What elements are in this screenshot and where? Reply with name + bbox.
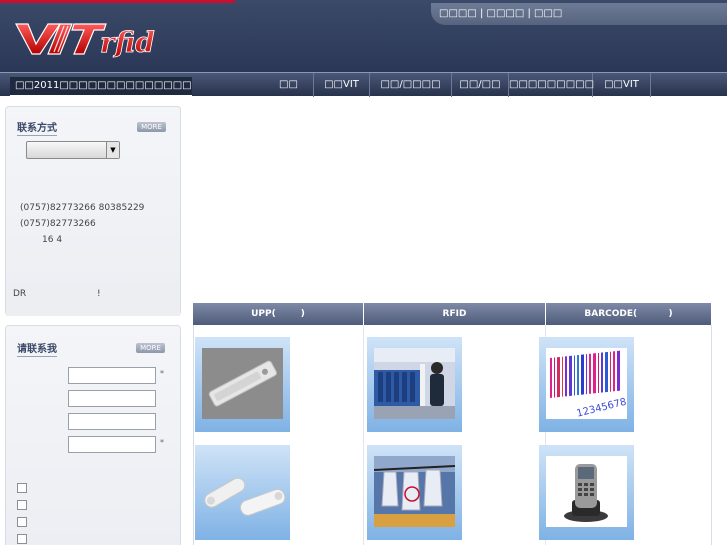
main-nav: □□ □□VIT □□/□□□□ □□/□□ □□□□□□□□□ □□VIT	[264, 73, 651, 97]
product-thumb-handheld-scanner[interactable]	[539, 445, 634, 540]
dr-exclamation: !	[97, 289, 101, 299]
email-field[interactable]	[68, 413, 156, 430]
contact-fax: (0757)82773266	[20, 219, 96, 229]
nav-item-solutions[interactable]: □□□□□□□□□	[509, 73, 594, 97]
interest-checkbox[interactable]	[17, 517, 27, 527]
contact-panel: 联系方式 MORE ▼ (0757)82773266 80385229 (075…	[5, 106, 181, 316]
contact-form-panel: 请联系我 MORE * *	[5, 325, 181, 545]
vitrfid-logo[interactable]: rfid	[14, 18, 179, 58]
form-panel-title: 请联系我	[17, 340, 57, 357]
nav-item-news[interactable]: □□/□□	[452, 73, 509, 97]
product-category-header: UPP( ) RFID BARCODE( )	[193, 303, 712, 325]
contact-panel-title: 联系方式	[17, 119, 57, 136]
column-divider	[363, 325, 364, 545]
garment-tags-image	[374, 456, 455, 527]
top-links[interactable]: □□□□ | □□□□ | □□□	[431, 3, 727, 25]
nav-item-products[interactable]: □□/□□□□	[370, 73, 452, 97]
required-mark: *	[160, 438, 164, 447]
name-field[interactable]	[68, 367, 156, 384]
tab-rfid[interactable]: RFID	[364, 303, 546, 325]
nav-item-about[interactable]: □□VIT	[314, 73, 370, 97]
interest-checkbox[interactable]	[17, 500, 27, 510]
handheld-scanner-image	[546, 456, 627, 527]
main-navbar: □□2011□□□□□□□□□□□□□□□□□□□□□□□□□□□ □□ □□V…	[0, 72, 727, 97]
product-thumb-garment-tags[interactable]	[367, 445, 462, 540]
hard-tag-image	[204, 477, 286, 516]
phone-field[interactable]	[68, 436, 156, 453]
required-mark: *	[160, 369, 164, 378]
tab-upp[interactable]: UPP( )	[193, 303, 364, 325]
soft-tag-image	[202, 348, 283, 419]
nav-item-home[interactable]: □□	[264, 73, 314, 97]
tab-barcode[interactable]: BARCODE( )	[546, 303, 712, 325]
nav-item-contact[interactable]: □□VIT	[593, 73, 651, 97]
contact-more-button[interactable]: MORE	[137, 122, 166, 132]
product-thumb-rfid-store[interactable]	[367, 337, 462, 432]
news-ticker[interactable]: □□2011□□□□□□□□□□□□□□□□□□□□□□□□□□□	[10, 77, 192, 97]
product-thumb-eas-tag[interactable]	[195, 337, 290, 432]
company-field[interactable]	[68, 390, 156, 407]
product-thumb-barcode[interactable]: 12345678	[539, 337, 634, 432]
contact-extra: 16 4	[42, 235, 63, 245]
product-thumb-hard-tag[interactable]	[195, 445, 290, 540]
interest-checkbox[interactable]	[17, 483, 27, 493]
rfid-store-image	[374, 348, 455, 419]
dr-label: DR	[13, 289, 27, 299]
red-accent-line	[0, 0, 235, 3]
contact-select[interactable]: ▼	[26, 141, 120, 159]
contact-panel-footer	[6, 283, 180, 316]
contact-phone: (0757)82773266 80385229	[20, 203, 145, 213]
site-header: □□□□ | □□□□ | □□□ rfid	[0, 0, 727, 72]
page: □□□□ | □□□□ | □□□ rfid □□2011□□□□□□□□□□□…	[0, 0, 727, 545]
chevron-down-icon[interactable]: ▼	[106, 142, 119, 158]
svg-text:rfid: rfid	[100, 26, 155, 58]
barcode-image: 12345678	[546, 348, 627, 419]
interest-checkbox[interactable]	[17, 534, 27, 544]
form-more-button[interactable]: MORE	[136, 343, 165, 353]
